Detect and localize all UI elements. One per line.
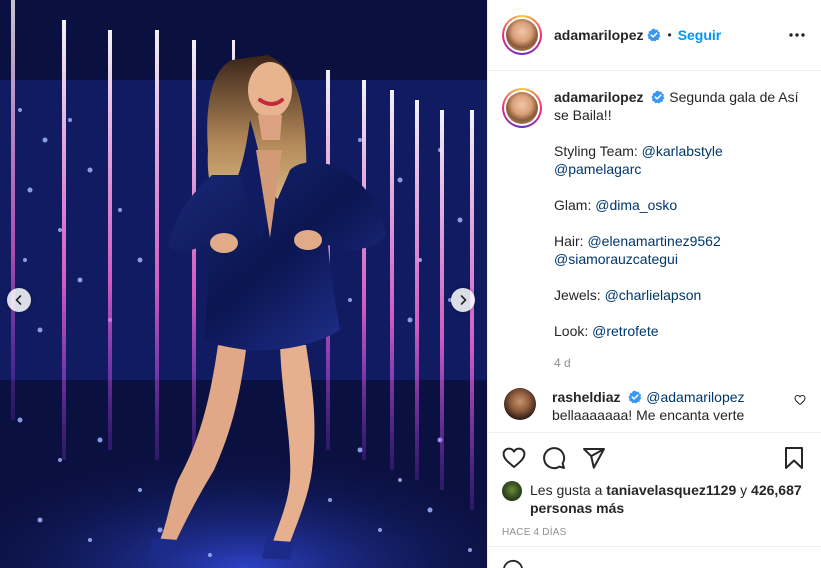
mention-charlielapson[interactable]: @charlielapson (605, 287, 702, 303)
follow-button[interactable]: Seguir (678, 27, 722, 43)
glam-label: Glam: (554, 197, 592, 213)
chevron-left-icon (15, 295, 22, 305)
post-caption: adamarilopez Segunda gala de Así se Bail… (502, 88, 806, 372)
mention-siamorauzcategui[interactable]: @siamorauzcategui (554, 251, 678, 267)
share-icon[interactable] (582, 446, 606, 470)
profile-photo (506, 19, 538, 51)
add-comment-bar (488, 546, 821, 568)
mention-retrofete[interactable]: @retrofete (592, 323, 658, 339)
comments-section[interactable]: adamarilopez Segunda gala de Así se Bail… (488, 72, 821, 432)
comment-item: rasheldiaz @adamarilopez bellaaaaaaa! Me… (502, 388, 806, 424)
instagram-post: adamarilopez • Seguir adamarilopez Segun… (0, 0, 821, 568)
commenter-username[interactable]: rasheldiaz (552, 389, 620, 405)
liker-username[interactable]: taniavelasquez1129 (606, 482, 736, 498)
post-photo[interactable] (0, 0, 487, 568)
previous-image-button[interactable] (7, 288, 31, 312)
post-actions-section: Les gusta a taniavelasquez1129 y 426,687… (488, 432, 821, 538)
comment-text: rasheldiaz @adamarilopez bellaaaaaaa! Me… (552, 388, 770, 424)
look-label: Look: (554, 323, 589, 339)
header-separator: • (667, 28, 672, 42)
verified-badge-icon (647, 28, 661, 42)
caption-age[interactable]: 4 d (554, 354, 806, 372)
heart-icon[interactable] (502, 446, 526, 470)
mention-pamelagarc[interactable]: @pamelagarc (554, 161, 641, 177)
bookmark-icon[interactable] (782, 446, 806, 470)
caption-profile-photo (506, 92, 538, 124)
comment-mention[interactable]: @adamarilopez (646, 389, 744, 405)
mention-elenamartinez9562[interactable]: @elenamartinez9562 (587, 233, 720, 249)
liker-avatar[interactable] (502, 481, 522, 501)
header-username[interactable]: adamarilopez (554, 27, 643, 43)
action-bar (502, 433, 806, 483)
styling-label: Styling Team: (554, 143, 638, 159)
post-timestamp[interactable]: HACE 4 DÍAS (502, 527, 806, 538)
comment-message: bellaaaaaaa! Me encanta verte (552, 407, 745, 423)
jewels-label: Jewels: (554, 287, 601, 303)
verified-badge-icon (651, 90, 665, 104)
caption-username[interactable]: adamarilopez (554, 89, 643, 105)
next-image-button[interactable] (451, 288, 475, 312)
post-header: adamarilopez • Seguir (488, 0, 821, 71)
likes-text: Les gusta a taniavelasquez1129 y 426,687… (530, 481, 806, 517)
like-comment-heart-icon[interactable] (794, 394, 806, 424)
caption-avatar[interactable] (502, 88, 542, 128)
mention-dima-osko[interactable]: @dima_osko (595, 197, 677, 213)
likes-summary: Les gusta a taniavelasquez1129 y 426,687… (502, 481, 806, 517)
commenter-avatar[interactable] (504, 388, 536, 420)
profile-avatar[interactable] (502, 15, 542, 55)
more-options-icon[interactable] (789, 33, 805, 37)
verified-badge-icon (628, 390, 642, 404)
comment-icon[interactable] (542, 446, 566, 470)
chevron-right-icon (460, 295, 467, 305)
mention-karlabstyle[interactable]: @karlabstyle (642, 143, 723, 159)
likes-connector: y (740, 482, 748, 498)
stage-scene-image (0, 0, 487, 568)
caption-text: adamarilopez Segunda gala de Así se Bail… (554, 88, 806, 372)
hair-label: Hair: (554, 233, 584, 249)
post-details-panel: adamarilopez • Seguir adamarilopez Segun… (487, 0, 821, 568)
likes-prefix: Les gusta a (530, 482, 603, 498)
